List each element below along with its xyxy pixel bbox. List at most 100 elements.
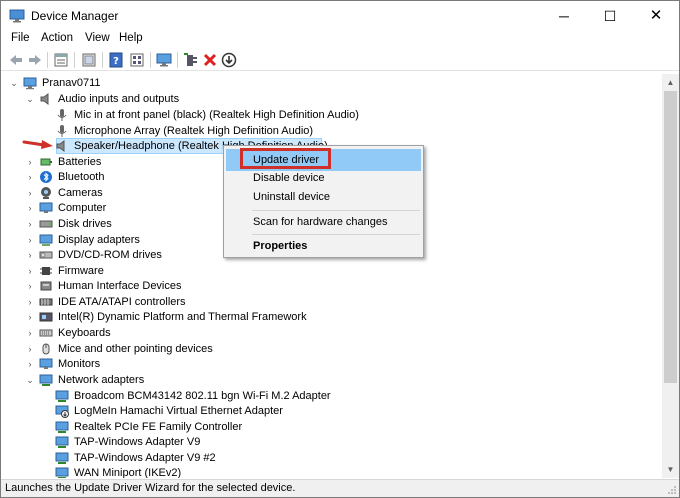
properties-menu-item[interactable]: Properties [226,235,421,257]
computer-icon [23,77,37,90]
expand-icon[interactable]: › [25,342,35,357]
toolbar-separator [74,52,75,68]
toolbar-separator [177,52,178,68]
category-label: Human Interface Devices [58,280,182,292]
expand-icon[interactable]: › [25,310,35,325]
scroll-thumb[interactable] [664,91,677,383]
category-ide-ata[interactable]: › IDE ATA/ATAPI controllers [25,295,325,310]
device-item[interactable]: Mic in at front panel (black) (Realtek H… [41,108,361,123]
expand-icon[interactable]: › [25,170,35,185]
expand-icon[interactable]: › [25,186,35,201]
status-text: Launches the Update Driver Wizard for th… [5,482,296,494]
uninstall-icon[interactable] [201,51,219,69]
hid-icon [40,281,52,291]
annotation-highlight-box [240,148,331,169]
battery-icon [40,158,52,166]
scroll-down-arrow-icon[interactable]: ▼ [662,461,679,478]
expand-icon[interactable]: › [25,279,35,294]
title-bar: Device Manager ─ ☐ ✕ [1,1,679,31]
category-audio[interactable]: ⌄ Audio inputs and outputs [25,92,325,107]
device-item[interactable]: Realtek PCIe FE Family Controller [41,420,361,435]
category-label: IDE ATA/ATAPI controllers [58,296,186,308]
category-intel-dptf[interactable]: › Intel(R) Dynamic Platform and Thermal … [25,310,365,325]
monitor-icon[interactable] [155,51,173,69]
expand-icon[interactable]: › [25,295,35,310]
scroll-up-arrow-icon[interactable]: ▲ [662,74,679,91]
category-label: Intel(R) Dynamic Platform and Thermal Fr… [58,311,307,323]
expand-icon[interactable]: › [25,155,35,170]
scan-hardware-menu-item[interactable]: Scan for hardware changes [226,211,421,233]
network-adapter-icon [39,374,53,386]
expand-icon[interactable]: › [25,357,35,372]
device-tree: ⌄ Pranav0711 ⌄ Audio inputs and outputs … [5,74,662,478]
device-label: WAN Miniport (IKEv2) [74,467,182,478]
category-label: Audio inputs and outputs [58,93,180,105]
category-mice[interactable]: › Mice and other pointing devices [25,342,325,357]
network-adapter-icon [55,390,69,402]
collapse-icon[interactable]: ⌄ [25,92,35,107]
status-bar: Launches the Update Driver Wizard for th… [1,479,679,497]
close-button[interactable]: ✕ [633,1,679,31]
category-keyboards[interactable]: › Keyboards [25,326,325,341]
camera-icon [41,187,51,199]
network-adapter-disabled-icon [55,405,69,418]
device-manager-app-icon [9,9,25,23]
device-item[interactable]: Broadcom BCM43142 802.11 bgn Wi-Fi M.2 A… [41,389,361,404]
collapse-icon[interactable]: ⌄ [9,76,19,91]
menu-action[interactable]: Action [41,32,73,44]
expand-icon[interactable]: › [25,264,35,279]
maximize-button[interactable]: ☐ [587,1,633,31]
device-item[interactable]: WAN Miniport (IKEv2) [41,466,361,478]
forward-icon[interactable] [26,51,44,69]
ide-controller-icon [39,298,53,306]
network-adapter-icon [55,421,69,433]
monitor-icon [39,358,53,369]
firmware-icon [40,267,52,275]
category-label: Disk drives [58,218,112,230]
device-item[interactable]: TAP-Windows Adapter V9 #2 [41,451,361,466]
show-hide-icon[interactable] [80,51,98,69]
device-item[interactable]: LogMeIn Hamachi Virtual Ethernet Adapter [41,404,361,419]
help-icon[interactable]: ? [107,51,125,69]
minimize-button[interactable]: ─ [541,1,587,31]
menu-file[interactable]: File [11,32,30,44]
toolbar-separator [102,52,103,68]
view-icon[interactable] [128,51,146,69]
category-label: Display adapters [58,234,140,246]
system-device-icon [39,312,53,322]
device-label: LogMeIn Hamachi Virtual Ethernet Adapter [74,405,283,417]
network-adapter-icon [55,452,69,464]
expand-icon[interactable]: › [25,233,35,248]
resize-grip-icon[interactable] [667,485,677,495]
vertical-scrollbar[interactable]: ▲ ▼ [662,74,679,478]
network-adapter-icon [55,436,69,448]
device-item[interactable]: TAP-Windows Adapter V9 [41,435,361,450]
tree-root-label: Pranav0711 [42,77,101,89]
menu-help[interactable]: Help [119,32,143,44]
expand-icon[interactable]: › [25,248,35,263]
microphone-icon [57,125,67,137]
category-firmware[interactable]: › Firmware [25,264,325,279]
category-monitors[interactable]: › Monitors [25,357,325,372]
properties-sheet-icon[interactable] [52,51,70,69]
tree-root[interactable]: ⌄ Pranav0711 [9,76,309,91]
annotation-arrow-icon [22,140,53,149]
device-label: Microphone Array (Realtek High Definitio… [74,125,314,137]
device-item[interactable]: Microphone Array (Realtek High Definitio… [41,124,361,139]
add-driver-icon[interactable] [182,51,200,69]
toolbar-separator [150,52,151,68]
uninstall-device-menu-item[interactable]: Uninstall device [226,186,421,208]
category-hid[interactable]: › Human Interface Devices [25,279,325,294]
back-icon[interactable] [7,51,25,69]
menu-view[interactable]: View [85,32,110,44]
category-network-adapters[interactable]: ⌄ Network adapters [25,373,325,388]
category-label: DVD/CD-ROM drives [58,249,162,261]
expand-icon[interactable]: › [25,326,35,341]
category-label: Bluetooth [58,171,105,183]
speaker-icon [40,93,49,105]
expand-icon[interactable]: › [25,217,35,232]
keyboard-icon [39,329,53,337]
expand-icon[interactable]: › [25,201,35,216]
collapse-icon[interactable]: ⌄ [25,373,35,388]
download-icon[interactable] [220,51,238,69]
